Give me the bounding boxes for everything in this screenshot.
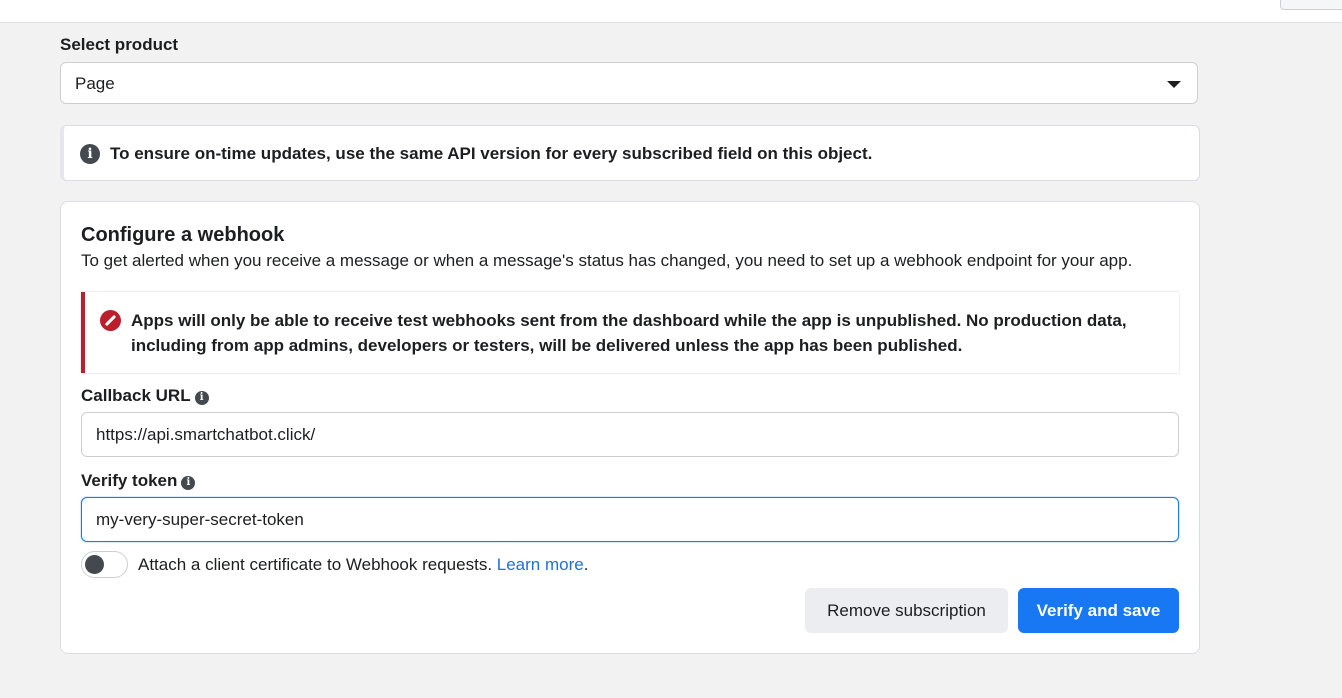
info-icon[interactable]: i — [194, 391, 209, 405]
learn-more-link[interactable]: Learn more — [497, 555, 584, 574]
no-entry-icon — [100, 310, 121, 331]
verify-token-label-text: Verify token — [81, 471, 178, 490]
callback-url-label-text: Callback URL — [81, 386, 191, 405]
select-product-label: Select product — [60, 35, 179, 54]
verify-token-label: Verify token i — [81, 471, 196, 491]
toggle-knob — [85, 555, 104, 574]
client-cert-label: Attach a client certificate to Webhook r… — [138, 555, 497, 574]
info-icon: i — [80, 144, 100, 164]
info-icon[interactable]: i — [181, 476, 196, 490]
notice-text: To ensure on-time updates, use the same … — [110, 144, 873, 163]
unpublished-alert: Apps will only be able to receive test w… — [81, 292, 1179, 373]
top-bar-tab[interactable] — [1280, 0, 1342, 10]
verify-and-save-button[interactable]: Verify and save — [1018, 588, 1179, 633]
product-select[interactable]: Page — [60, 62, 1198, 104]
alert-text: Apps will only be able to receive test w… — [131, 311, 1127, 355]
caret-down-icon — [1167, 81, 1181, 88]
card-description: To get alerted when you receive a messag… — [81, 251, 1133, 270]
top-bar — [0, 0, 1342, 23]
product-select-value: Page — [75, 74, 115, 93]
webhook-card: Configure a webhook To get alerted when … — [60, 201, 1200, 654]
remove-subscription-button[interactable]: Remove subscription — [805, 588, 1008, 633]
client-cert-toggle[interactable] — [81, 551, 128, 578]
callback-url-label: Callback URL i — [81, 386, 209, 406]
card-title: Configure a webhook — [81, 224, 285, 246]
verify-token-input[interactable] — [81, 497, 1179, 542]
client-cert-text: Attach a client certificate to Webhook r… — [138, 555, 588, 575]
client-cert-period: . — [583, 555, 589, 574]
api-version-notice: i To ensure on-time updates, use the sam… — [60, 125, 1200, 181]
callback-url-input[interactable] — [81, 412, 1179, 457]
